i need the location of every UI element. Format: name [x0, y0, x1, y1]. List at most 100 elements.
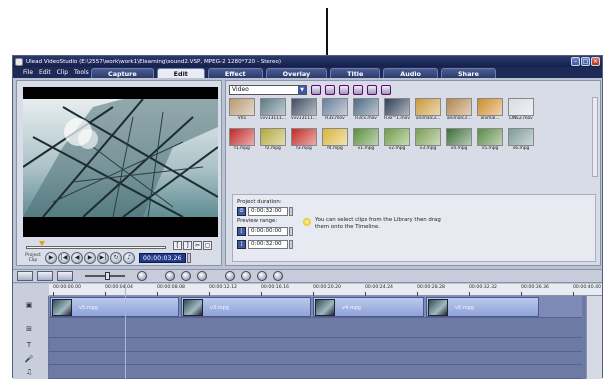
timecode-display[interactable]: 00:00:03.26	[139, 253, 186, 263]
mark-out-icon[interactable]: ]	[237, 240, 246, 249]
library-item[interactable]: v1.mpg	[353, 128, 379, 153]
library-item[interactable]: animalc3...	[415, 98, 441, 123]
library-item[interactable]: vvv13111...	[291, 98, 317, 123]
close-icon[interactable]: ×	[591, 57, 600, 66]
menu-clip[interactable]: Clip	[57, 69, 68, 76]
library-item[interactable]: v6.mpg	[508, 128, 534, 153]
menu-tools[interactable]: Tools	[74, 69, 89, 76]
timeline-clip-name: v5.mpg	[79, 305, 98, 311]
track-headers: ▣ ⊞ T 🎤 ♫	[13, 296, 49, 379]
library-item[interactable]: animal...	[477, 98, 503, 123]
music-track[interactable]	[49, 365, 582, 379]
library-scrollbar[interactable]	[592, 97, 598, 177]
undo-icon[interactable]	[181, 271, 191, 281]
zoom-slider[interactable]	[79, 271, 131, 281]
options-icon[interactable]	[339, 84, 349, 95]
enlarge-preview-icon[interactable]: ▢	[203, 241, 212, 250]
timeline-clip[interactable]: v4.mpg	[313, 297, 424, 317]
redo-icon[interactable]	[197, 271, 207, 281]
zoom-knob[interactable]	[105, 272, 110, 280]
next-frame-icon[interactable]: ▶	[84, 252, 96, 264]
zoom-fit-icon[interactable]	[137, 271, 147, 281]
library-manager-icon[interactable]	[353, 84, 363, 95]
timeline-view-icon[interactable]	[37, 271, 53, 281]
library-item[interactable]: vvv13111...	[260, 98, 286, 123]
timeline-clip[interactable]: v3.mpg	[181, 297, 311, 317]
library-item[interactable]: f2.mpg	[260, 128, 286, 153]
storyboard-view-icon[interactable]	[17, 271, 33, 281]
mark-in-button[interactable]: [	[173, 241, 182, 250]
ruler-tick-label: 00:00:04.04	[105, 285, 133, 290]
video-track[interactable]: v5.mpg v3.mpg v4.mpg v6.mpg	[49, 296, 582, 318]
smart-proxy-icon[interactable]	[225, 271, 235, 281]
window-controls: – □ ×	[571, 57, 600, 66]
menu-edit[interactable]: Edit	[39, 69, 51, 76]
project-clip-toggle[interactable]: Project Clip	[23, 253, 43, 263]
timecode-spinner[interactable]	[186, 253, 191, 263]
library-item[interactable]: LINE2.mov	[508, 98, 534, 123]
library-item[interactable]: v5.mpg	[477, 128, 503, 153]
batch-convert-icon[interactable]	[241, 271, 251, 281]
library-item[interactable]: v2.mpg	[384, 128, 410, 153]
tip-text: You can select clips from the Library th…	[303, 217, 453, 231]
folder-icon[interactable]	[311, 84, 321, 95]
title-track[interactable]	[49, 338, 582, 352]
repeat-icon[interactable]: ↻	[110, 252, 122, 264]
tab-title[interactable]: Title	[330, 68, 381, 78]
library-item-thumbnail	[477, 98, 503, 116]
record-capture-icon[interactable]	[273, 271, 283, 281]
library-item[interactable]: V01	[229, 98, 255, 123]
timeline-clip[interactable]: v6.mpg	[426, 297, 539, 317]
library-category-select[interactable]: Video ▼	[229, 84, 307, 95]
tab-effect[interactable]: Effect	[207, 68, 263, 78]
overlay-track[interactable]	[49, 318, 582, 338]
menu-file[interactable]: File	[23, 69, 33, 76]
library-item[interactable]: f3.mpg	[291, 128, 317, 153]
library-item[interactable]: R3x.mov	[322, 98, 348, 123]
project-duration-input[interactable]: 0:00:32:00	[248, 207, 288, 216]
expand-icon[interactable]	[381, 84, 391, 95]
preview-end-input[interactable]: 0:00:32:00	[248, 240, 288, 249]
tab-share[interactable]: Share	[440, 68, 496, 78]
timeline-scrollbar[interactable]	[586, 296, 602, 379]
timeline-ruler[interactable]: 00:00:00.00 00:00:04.04 00:00:08.08 00:00:1…	[13, 284, 602, 296]
library-item[interactable]: v4.mpg	[446, 128, 472, 153]
maximize-icon[interactable]: □	[581, 57, 590, 66]
tab-audio[interactable]: Audio	[383, 68, 438, 78]
library-item[interactable]: f1.mpg	[229, 128, 255, 153]
previous-frame-icon[interactable]: ◀	[71, 252, 83, 264]
mark-out-button[interactable]: ]	[183, 241, 192, 250]
mark-in-icon[interactable]: [	[237, 227, 246, 236]
project-duration-spinner[interactable]	[289, 207, 293, 216]
timeline-clip[interactable]: v5.mpg	[50, 297, 179, 317]
tab-edit[interactable]: Edit	[156, 68, 205, 78]
audio-view-icon[interactable]	[57, 271, 73, 281]
split-clip-icon[interactable]: ✂	[193, 241, 202, 250]
library-item[interactable]: R3x^1.mov	[384, 98, 410, 123]
minimize-icon[interactable]: –	[571, 57, 580, 66]
scrub-bar[interactable]	[26, 246, 166, 249]
library-item[interactable]: f4.mpg	[322, 128, 348, 153]
playhead-line[interactable]	[125, 284, 126, 379]
play-icon[interactable]: ▶	[45, 252, 57, 264]
preview-start-input[interactable]: 0:00:00:00	[248, 227, 288, 236]
track-manager-icon[interactable]	[165, 271, 175, 281]
timeline-clip-name: v3.mpg	[210, 305, 229, 311]
library-item-label: animal...	[480, 116, 500, 121]
import-icon[interactable]	[325, 84, 335, 95]
library-item[interactable]: v3.mpg	[415, 128, 441, 153]
volume-icon[interactable]: ♪	[123, 252, 135, 264]
tab-capture[interactable]: Capture	[91, 68, 154, 78]
view-icon[interactable]	[367, 84, 377, 95]
app-icon	[15, 57, 23, 66]
preview-end-spinner[interactable]	[289, 240, 293, 249]
library-item[interactable]: animalc3...	[446, 98, 472, 123]
voice-track[interactable]	[49, 352, 582, 365]
home-icon[interactable]: |◀	[58, 252, 70, 264]
tab-overlay[interactable]: Overlay	[265, 68, 328, 78]
end-icon[interactable]: ▶|	[97, 252, 109, 264]
insert-media-icon[interactable]	[257, 271, 267, 281]
annotation-pointer-line	[326, 8, 328, 60]
library-item[interactable]: R3cx.mov	[353, 98, 379, 123]
preview-start-spinner[interactable]	[289, 227, 293, 236]
